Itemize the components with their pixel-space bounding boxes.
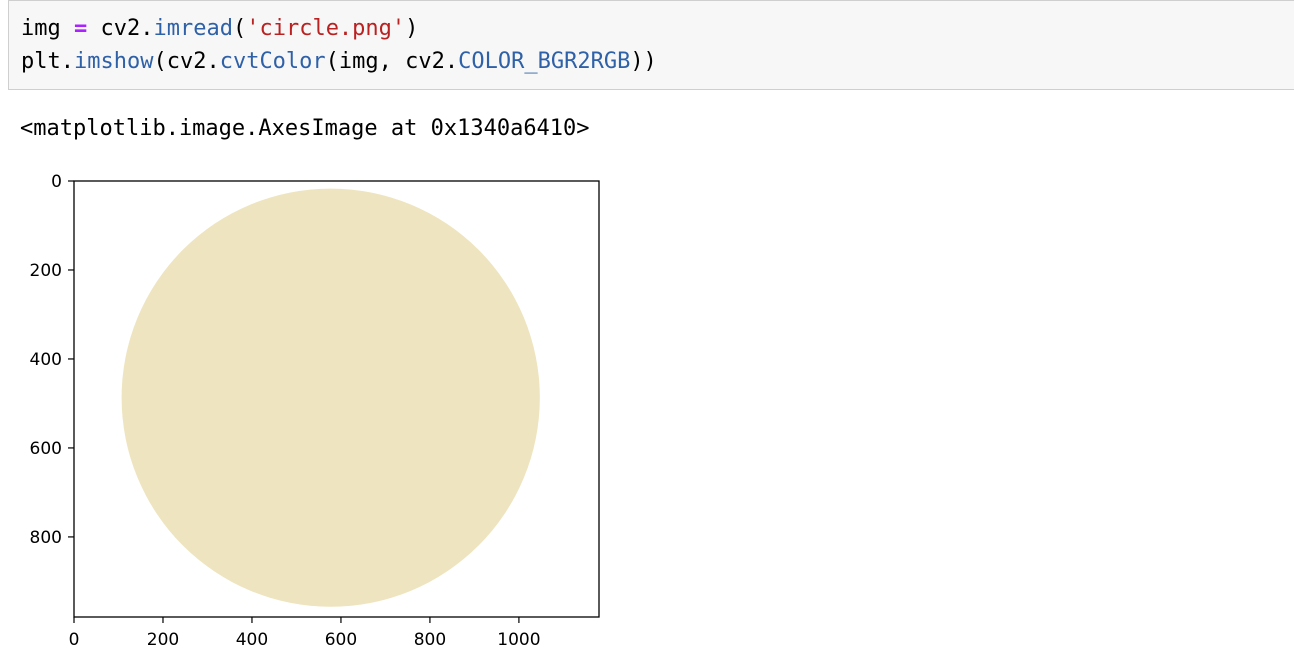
code-token: ) — [405, 16, 419, 41]
y-tick-label: 0 — [51, 172, 62, 192]
code-token: cv2. — [100, 16, 154, 41]
y-tick-label: 400 — [30, 350, 62, 370]
circle-shape — [121, 188, 540, 607]
x-tick-label: 600 — [325, 630, 357, 650]
y-tick-label: 800 — [30, 528, 62, 548]
code-token: plt. — [21, 49, 74, 74]
code-token: 'circle.png' — [246, 16, 406, 41]
x-tick-label: 200 — [147, 630, 179, 650]
code-token: img — [21, 16, 61, 41]
y-tick-label: 200 — [30, 261, 62, 281]
code-token: ( — [232, 16, 247, 41]
code-token: ( — [153, 49, 167, 74]
cell-output-repr: <matplotlib.image.AxesImage at 0x1340a64… — [20, 116, 590, 141]
code-line-2: plt.imshow(cv2.cvtColor(img, cv2.COLOR_B… — [21, 47, 657, 77]
plot-figure: 0 200 400 600 800 1000 0 200 400 600 800 — [0, 160, 640, 672]
x-tick-label: 400 — [236, 630, 268, 650]
code-token: = — [74, 16, 88, 41]
code-token: cv2. — [166, 49, 220, 74]
code-token: (img, cv2. — [325, 49, 459, 74]
code-token: )) — [630, 49, 657, 74]
y-tick-label: 600 — [30, 439, 62, 459]
code-token: COLOR_BGR2RGB — [458, 49, 631, 74]
plot-svg: 0 200 400 600 800 1000 0 200 400 600 800 — [30, 172, 600, 650]
code-token: imread — [153, 16, 233, 41]
code-token: cvtColor — [219, 49, 326, 74]
code-line-1: img = cv2.imread('circle.png') — [21, 14, 418, 44]
x-tick-label: 1000 — [497, 630, 540, 650]
code-token: imshow — [73, 49, 154, 74]
x-tick-label: 800 — [414, 630, 446, 650]
x-tick-label: 0 — [69, 630, 80, 650]
code-cell-input[interactable]: img = cv2.imread('circle.png') plt.imsho… — [8, 0, 1294, 90]
